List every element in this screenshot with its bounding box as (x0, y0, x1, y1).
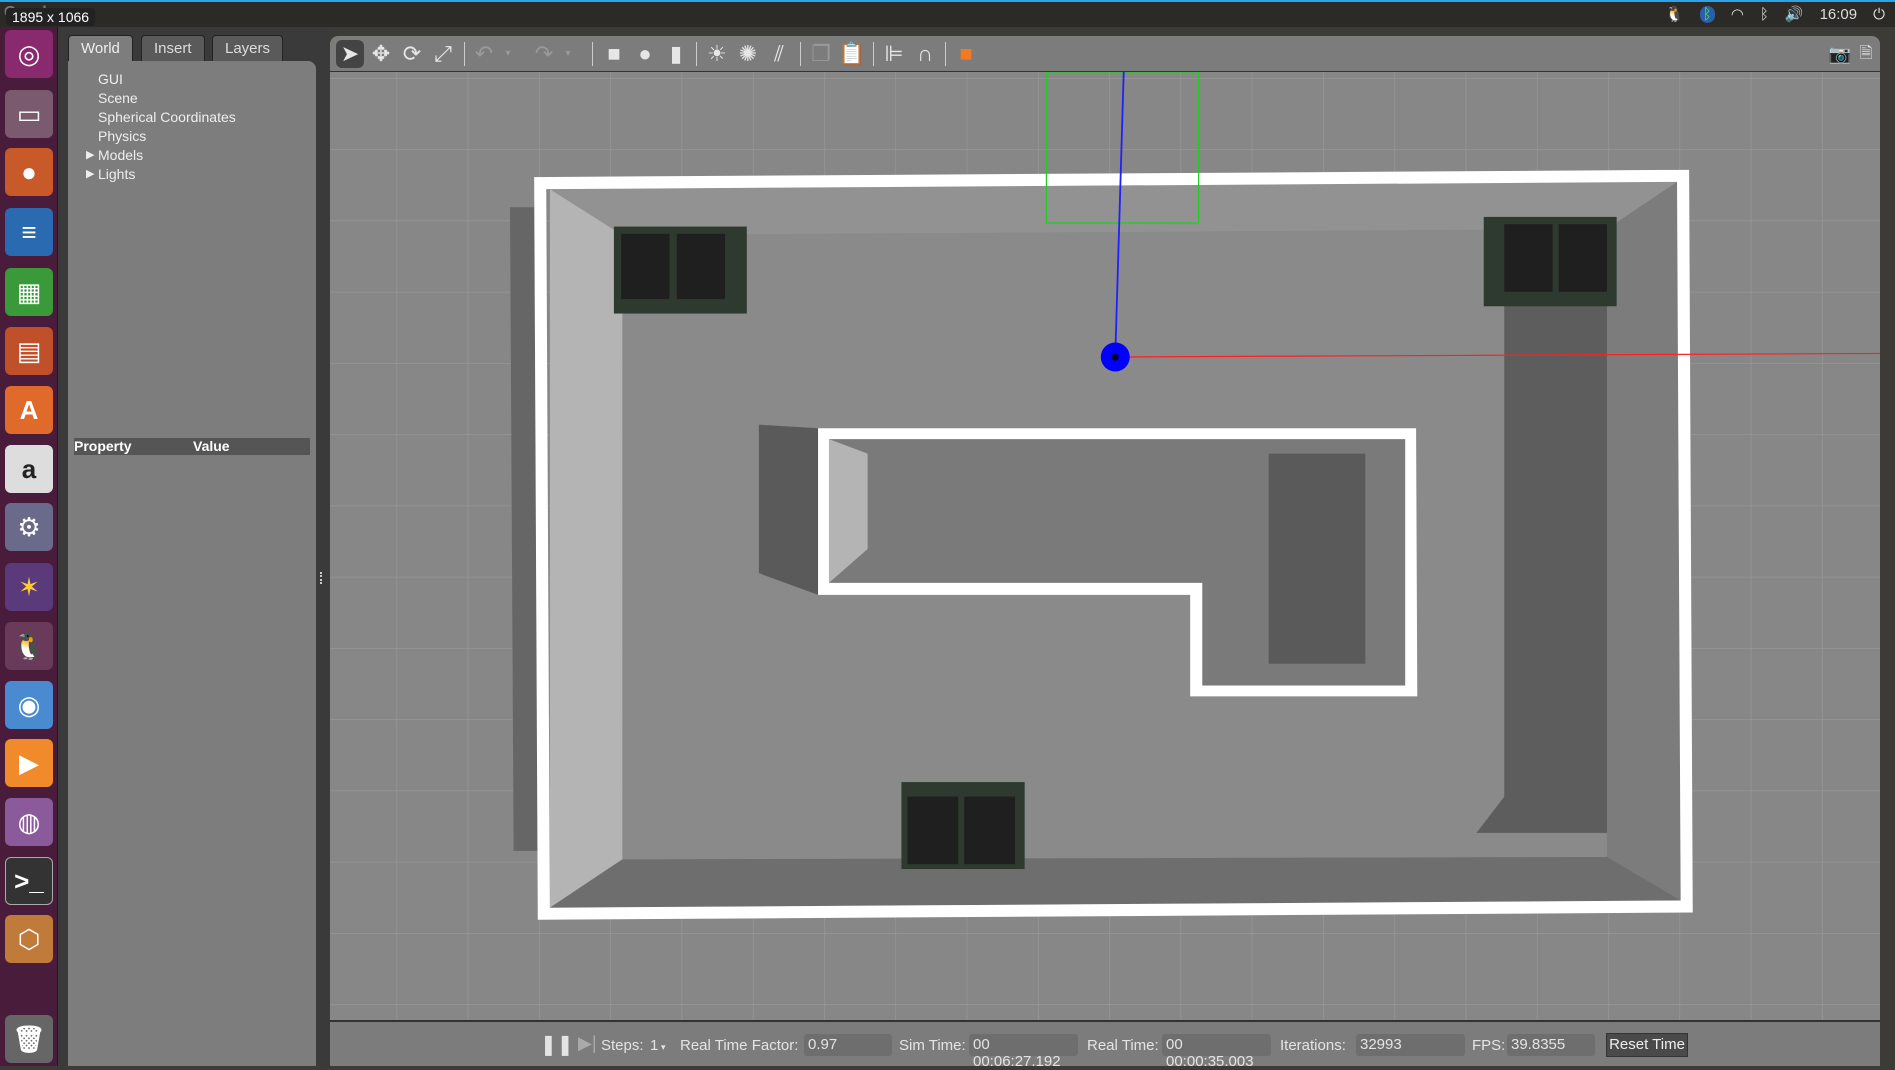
scene-render (330, 71, 1895, 1020)
tree-item-spherical-coordinates[interactable]: Spherical Coordinates (98, 109, 236, 125)
expand-arrow-icon[interactable]: ▶ (86, 148, 94, 161)
expand-arrow-icon[interactable]: ▶ (86, 167, 94, 180)
package-icon[interactable]: ⬡ (5, 915, 53, 963)
volume-icon[interactable]: 🔊 (1785, 5, 1804, 23)
toolbar: ➤ ✥ ⟳ ⤢ ↶ ▾ ↷ ▾ ■ ● ▮ ☀ ✺ ⫽ ❐ 📋 ⊫ ∩ ■ 📷 … (330, 36, 1880, 72)
app-icon[interactable]: ✶ (5, 563, 53, 611)
paste-icon[interactable]: 📋 (838, 40, 866, 68)
top-menu-bar: Gazebo 1895 x 1066 🐧 ᛒ ◠ ᛒ 🔊 16:09 ⏻ (0, 0, 1895, 27)
window-edge (1880, 27, 1895, 1066)
webcam-icon[interactable]: ◍ (5, 798, 53, 846)
ubuntu-dash-icon[interactable]: ◎ (5, 30, 53, 78)
tree-item-physics[interactable]: Physics (98, 128, 146, 144)
tree-item-gui[interactable]: GUI (98, 71, 123, 87)
bluetooth-app-icon[interactable]: ᛒ (1699, 5, 1715, 23)
property-header: Property (74, 438, 132, 454)
media-player-icon[interactable]: ▶ (5, 739, 53, 787)
iterations-field: 32993 (1356, 1034, 1465, 1056)
step-icon[interactable]: ▶| (578, 1033, 597, 1054)
value-header: Value (193, 438, 230, 454)
undo-dropdown-icon[interactable]: ▾ (494, 40, 522, 68)
box-crate-2 (1483, 216, 1617, 307)
calc-icon[interactable]: ▦ (5, 268, 53, 316)
wifi-icon[interactable]: ◠ (1731, 5, 1744, 23)
status-bar: ❚❚ ▶| Steps: 1 ▾ Real Time Factor: 0.97 … (330, 1020, 1880, 1070)
inner-wall-shadow (758, 424, 819, 595)
screenshot-camera-icon[interactable]: 📷 (1826, 40, 1854, 68)
wall-right-face (1606, 181, 1681, 901)
chrome-icon[interactable]: ◉ (5, 681, 53, 729)
copy-icon[interactable]: ❐ (807, 40, 835, 68)
writer-icon[interactable]: ≡ (5, 208, 53, 256)
box-crate-1 (613, 226, 747, 314)
sim-time-label: Sim Time: (899, 1037, 966, 1054)
box-shape-icon[interactable]: ■ (600, 40, 628, 68)
tree-item-label: Models (98, 147, 144, 163)
world-tree: GUI Scene Spherical Coordinates Physics … (68, 61, 316, 1066)
tab-world[interactable]: World (68, 35, 133, 61)
tab-insert[interactable]: Insert (141, 35, 205, 61)
rtf-field: 0.97 (804, 1034, 892, 1056)
steps-value[interactable]: 1 (650, 1037, 658, 1054)
directional-light-icon[interactable]: ⫽ (765, 40, 793, 68)
tree-item-label: Lights (98, 166, 136, 182)
files-icon[interactable]: ▭ (5, 90, 53, 138)
tab-layers[interactable]: Layers (212, 35, 284, 61)
tree-item-lights[interactable]: ▶ Lights (86, 166, 136, 182)
spot-light-icon[interactable]: ✺ (734, 40, 762, 68)
view-angle-icon[interactable]: ■ (952, 40, 980, 68)
left-panel: World Insert Layers GUI Scene Spherical … (58, 27, 330, 1066)
3d-viewport[interactable] (330, 71, 1895, 1020)
tree-item-models[interactable]: ▶ Models (86, 147, 144, 163)
qq-tray-icon[interactable]: 🐧 (1665, 5, 1684, 23)
launcher: ◎ ▭ ● ≡ ▦ ▤ A a ⚙ ✶ 🐧 ◉ ▶ ◍ >_ ⬡ 🗑 (0, 27, 58, 1066)
reset-time-button[interactable]: Reset Time (1606, 1033, 1688, 1057)
bluetooth-icon[interactable]: ᛒ (1760, 6, 1769, 23)
software-center-icon[interactable]: A (5, 386, 53, 434)
box-crate-3 (901, 782, 1025, 870)
wall-bottom-face (549, 856, 1681, 908)
cylinder-shape-icon[interactable]: ▮ (662, 40, 690, 68)
select-tool-icon[interactable]: ➤ (336, 40, 364, 68)
scale-tool-icon[interactable]: ⤢ (429, 40, 457, 68)
power-icon[interactable]: ⏻ (1873, 6, 1885, 23)
trash-icon[interactable]: 🗑 (5, 1015, 53, 1063)
wall-left-face (549, 189, 623, 908)
translate-tool-icon[interactable]: ✥ (367, 40, 395, 68)
system-tray: 🐧 ᛒ ◠ ᛒ 🔊 16:09 ⏻ (1665, 5, 1885, 23)
rotate-tool-icon[interactable]: ⟳ (398, 40, 426, 68)
real-time-label: Real Time: (1087, 1037, 1159, 1054)
iterations-label: Iterations: (1280, 1037, 1346, 1054)
fps-label: FPS: (1472, 1037, 1506, 1054)
tree-item-scene[interactable]: Scene (98, 90, 138, 106)
fps-field: 39.8355 (1507, 1034, 1595, 1056)
log-download-icon[interactable]: 🗎 (1852, 40, 1880, 68)
sim-time-field: 00 00:06:27.192 (969, 1034, 1078, 1070)
pause-icon[interactable]: ❚❚ (540, 1032, 574, 1057)
panel-splitter[interactable] (320, 572, 324, 584)
dimensions-badge: 1895 x 1066 (6, 8, 96, 26)
property-table-header: Property Value (74, 438, 310, 455)
impress-icon[interactable]: ▤ (5, 327, 53, 375)
steps-dropdown-icon[interactable]: ▾ (661, 1042, 666, 1053)
align-icon[interactable]: ⊫ (880, 40, 908, 68)
point-light-icon[interactable]: ☀ (703, 40, 731, 68)
sphere-shape-icon[interactable]: ● (631, 40, 659, 68)
steps-label: Steps: (601, 1037, 644, 1054)
robot-center (1111, 353, 1119, 361)
settings-icon[interactable]: ⚙ (5, 503, 53, 551)
real-time-field: 00 00:00:35.003 (1162, 1034, 1271, 1070)
terminal-icon[interactable]: >_ (5, 857, 53, 905)
qq-icon[interactable]: 🐧 (5, 622, 53, 670)
clock[interactable]: 16:09 (1820, 6, 1858, 23)
rtf-label: Real Time Factor: (680, 1037, 799, 1054)
snap-magnet-icon[interactable]: ∩ (911, 40, 939, 68)
redo-dropdown-icon[interactable]: ▾ (554, 40, 582, 68)
outer-shadow (510, 207, 538, 851)
amazon-icon[interactable]: a (5, 445, 53, 493)
inner-shadow (1268, 453, 1366, 664)
firefox-icon[interactable]: ● (5, 148, 53, 196)
